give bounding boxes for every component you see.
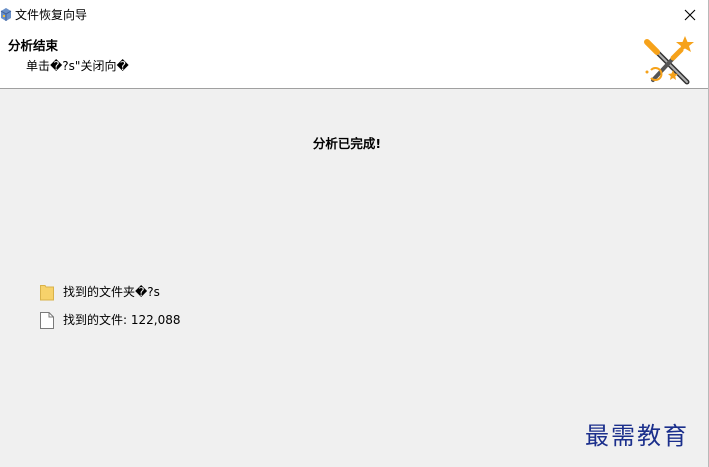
recovery-app-icon [0,8,12,22]
recovery-wizard-window: 文件恢复向导 分析结束 单击�?s"关闭向� 分析已完成! 找到的文件夹�?s … [0,0,709,467]
folders-found-label: 找到的文件夹�?s [63,285,160,299]
header-subtitle: 单击�?s"关闭向� [26,59,129,73]
files-found-row: 找到的文件: 122,088 [40,311,180,329]
files-found-label: 找到的文件: 122,088 [63,313,181,327]
wizard-body: 分析已完成! 找到的文件夹�?s 找到的文件: 122,088 最需教育 [0,89,708,467]
title-bar: 文件恢复向导 [0,0,708,30]
window-title: 文件恢复向导 [15,8,88,22]
analysis-complete-text: 分析已完成! [312,136,382,151]
close-button[interactable] [672,0,708,30]
header-title: 分析结束 [8,38,59,53]
magic-wand-icon [643,32,699,88]
file-icon [40,311,54,329]
close-icon [684,9,696,21]
folders-found-row: 找到的文件夹�?s [40,283,160,301]
folder-icon [40,284,54,301]
watermark-logo: 最需教育 [585,422,689,450]
wizard-header: 分析结束 单击�?s"关闭向� [0,30,708,88]
